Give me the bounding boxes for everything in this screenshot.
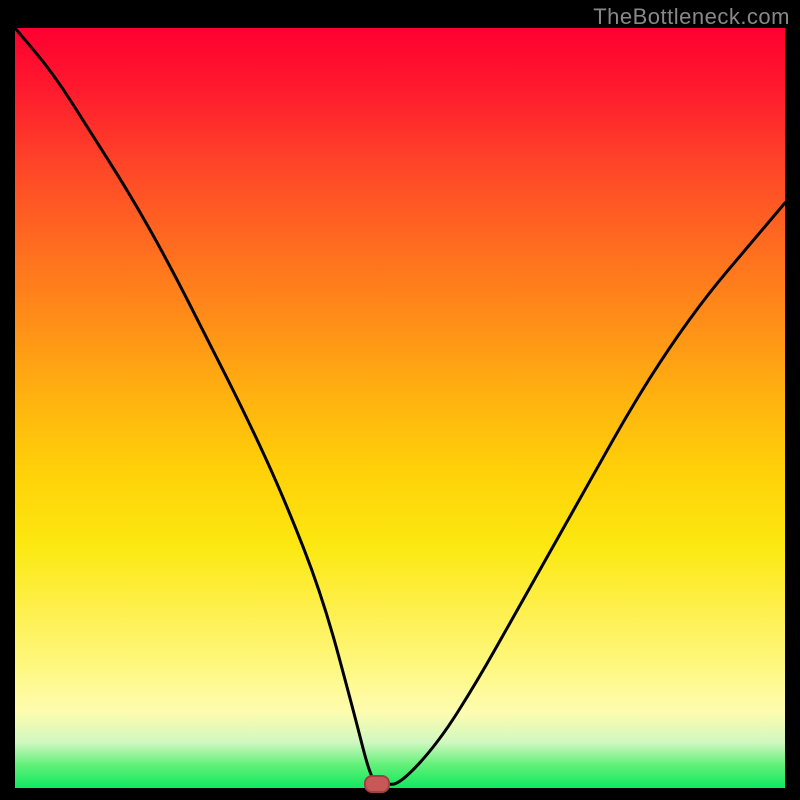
- chart-plot-area: [15, 28, 785, 788]
- chart-line: [15, 28, 785, 788]
- chart-marker: [364, 775, 390, 793]
- watermark-text: TheBottleneck.com: [593, 4, 790, 30]
